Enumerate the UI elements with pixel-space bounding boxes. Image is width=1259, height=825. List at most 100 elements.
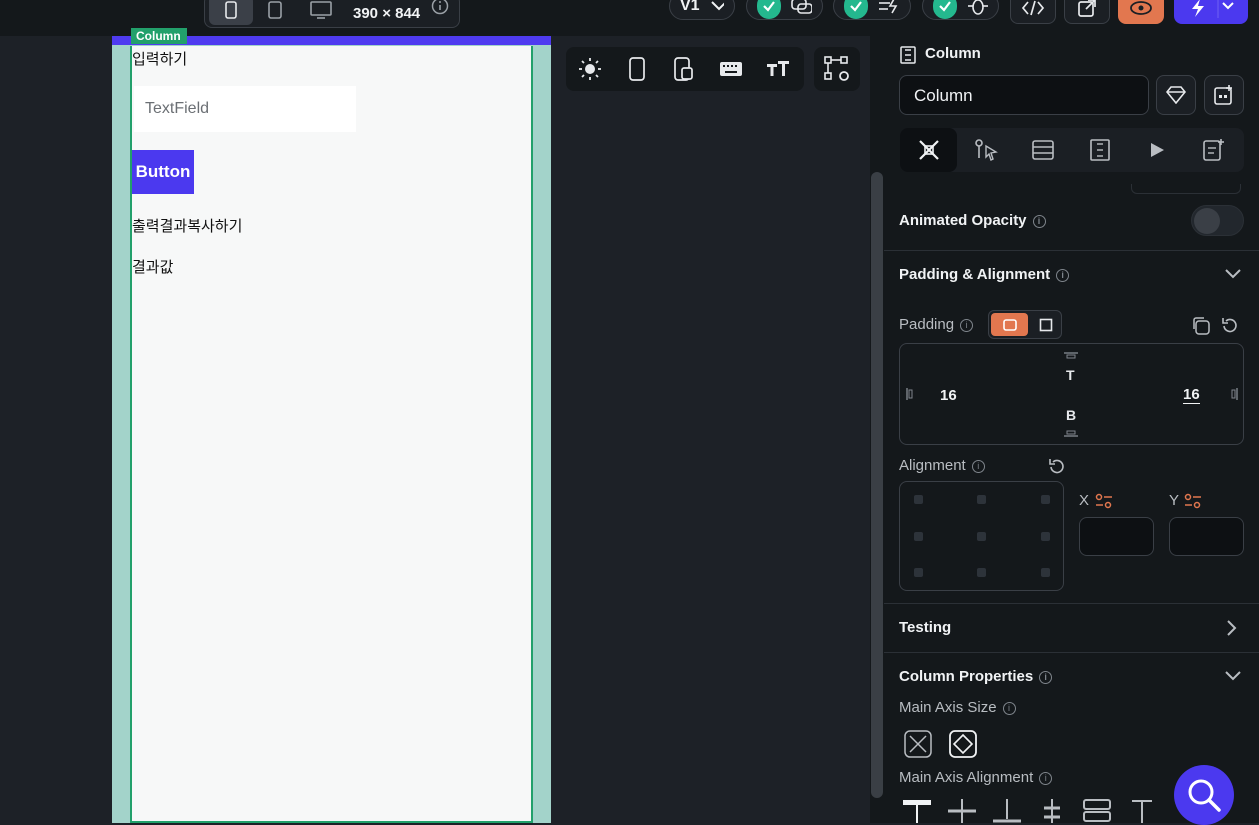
align-center-left[interactable] bbox=[914, 532, 923, 541]
tab-properties[interactable] bbox=[900, 128, 957, 172]
reset-icon[interactable] bbox=[1220, 316, 1240, 336]
slider-settings-icon[interactable] bbox=[1095, 493, 1113, 509]
space-around-button[interactable] bbox=[1082, 799, 1112, 823]
align-center-button[interactable] bbox=[947, 799, 977, 823]
axis-min-button[interactable] bbox=[904, 730, 932, 758]
info-icon: i bbox=[1039, 670, 1053, 684]
canvas-dimensions: 390 × 844 bbox=[353, 5, 421, 22]
properties-panel: Column Column Animated Opacity i Padding… bbox=[884, 36, 1259, 823]
device-selector: 390 × 844 bbox=[204, 0, 460, 28]
top-padding-icon bbox=[1064, 352, 1078, 359]
debug-status-button[interactable] bbox=[922, 0, 999, 20]
responsive-button[interactable] bbox=[660, 47, 707, 91]
keyboard-button[interactable] bbox=[707, 47, 754, 91]
column-properties-title[interactable]: Column Properties i bbox=[899, 668, 1053, 685]
canvas-scroll-thumb[interactable] bbox=[871, 172, 883, 798]
phone-screen[interactable]: 입력하기 TextField Button 출력결과복사하기 결과값 bbox=[130, 46, 533, 823]
left-padding-icon bbox=[906, 388, 913, 400]
padding-right-value[interactable]: 16 bbox=[1183, 387, 1200, 404]
text-size-icon bbox=[766, 61, 789, 76]
align-bottom-center[interactable] bbox=[977, 568, 986, 577]
animated-opacity-toggle[interactable] bbox=[1191, 205, 1244, 236]
slider-settings-icon[interactable] bbox=[1184, 493, 1202, 509]
version-selector[interactable]: V1 bbox=[669, 0, 735, 20]
align-bottom-right[interactable] bbox=[1041, 568, 1050, 577]
space-evenly-icon bbox=[1132, 800, 1152, 823]
align-center[interactable] bbox=[977, 532, 986, 541]
text-scale-button[interactable] bbox=[754, 47, 801, 91]
info-icon[interactable] bbox=[431, 0, 449, 15]
code-view-button[interactable] bbox=[1010, 0, 1056, 24]
padding-bottom-label[interactable]: B bbox=[1066, 407, 1076, 423]
add-component-button[interactable] bbox=[1204, 75, 1244, 115]
tab-actions[interactable] bbox=[957, 128, 1014, 172]
chevron-right-icon[interactable] bbox=[1226, 619, 1238, 637]
phone-device-button[interactable] bbox=[209, 0, 253, 25]
theme-toggle-button[interactable] bbox=[566, 47, 613, 91]
open-external-button[interactable] bbox=[1064, 0, 1110, 24]
api-status-button[interactable] bbox=[833, 0, 911, 20]
text-field[interactable]: TextField bbox=[134, 86, 356, 132]
check-icon bbox=[844, 0, 868, 19]
align-start-button[interactable] bbox=[902, 799, 932, 823]
tab-backend-query[interactable] bbox=[1014, 128, 1071, 172]
align-center-right[interactable] bbox=[1041, 532, 1050, 541]
padding-alignment-title[interactable]: Padding & Alignment i bbox=[899, 266, 1070, 283]
tab-animations[interactable] bbox=[1128, 128, 1185, 172]
alignment-grid[interactable] bbox=[899, 481, 1064, 591]
diamond-button[interactable] bbox=[1156, 75, 1196, 115]
input-label[interactable]: 입력하기 bbox=[132, 48, 187, 69]
tab-layout[interactable] bbox=[1071, 128, 1128, 172]
tree-settings-button[interactable] bbox=[814, 47, 860, 91]
animated-opacity-label: Animated Opacity i bbox=[899, 212, 1046, 229]
tablet-device-button[interactable] bbox=[253, 0, 297, 25]
align-top-right[interactable] bbox=[1041, 495, 1050, 504]
run-button[interactable] bbox=[1174, 0, 1248, 24]
chevron-down-icon[interactable] bbox=[1224, 670, 1242, 682]
right-padding-icon bbox=[1231, 388, 1238, 400]
tab-notes[interactable] bbox=[1185, 128, 1242, 172]
chat-status-button[interactable] bbox=[746, 0, 823, 20]
padding-mode-toggle bbox=[988, 310, 1062, 339]
copy-result-label[interactable]: 출력결과복사하기 bbox=[132, 215, 242, 236]
alignment-x-input[interactable] bbox=[1079, 517, 1154, 556]
padding-left-value[interactable]: 16 bbox=[940, 387, 957, 404]
align-top-left[interactable] bbox=[914, 495, 923, 504]
reset-icon[interactable] bbox=[1047, 457, 1067, 477]
search-icon bbox=[1188, 779, 1221, 812]
phone-icon bbox=[628, 57, 645, 81]
column-selection-tag[interactable]: Column bbox=[131, 28, 187, 44]
info-icon: i bbox=[1056, 268, 1070, 282]
lightning-icon bbox=[1192, 0, 1234, 18]
padding-individual-button[interactable] bbox=[991, 313, 1028, 336]
square-icon bbox=[1039, 318, 1053, 331]
widget-name-input[interactable]: Column bbox=[899, 75, 1149, 115]
notes-icon bbox=[1202, 139, 1224, 161]
desktop-device-button[interactable] bbox=[299, 0, 343, 25]
padding-top-label[interactable]: T bbox=[1066, 367, 1075, 383]
result-label[interactable]: 결과값 bbox=[132, 256, 173, 277]
space-between-button[interactable] bbox=[1037, 799, 1067, 823]
phone-icon bbox=[225, 1, 237, 19]
divider bbox=[884, 250, 1259, 251]
alignment-y-input[interactable] bbox=[1169, 517, 1244, 556]
testing-title[interactable]: Testing bbox=[899, 619, 951, 636]
device-frame-button[interactable] bbox=[613, 47, 660, 91]
align-bottom-left[interactable] bbox=[914, 568, 923, 577]
align-end-button[interactable] bbox=[992, 799, 1022, 823]
space-evenly-button[interactable] bbox=[1127, 799, 1157, 823]
button-widget[interactable]: Button bbox=[132, 150, 194, 194]
copy-icon[interactable] bbox=[1191, 316, 1211, 336]
search-button[interactable] bbox=[1174, 765, 1234, 825]
divider bbox=[884, 652, 1259, 653]
bug-icon bbox=[968, 0, 988, 15]
chevron-down-icon[interactable] bbox=[1224, 268, 1242, 280]
divider bbox=[884, 603, 1259, 604]
info-icon: i bbox=[971, 459, 985, 473]
padding-uniform-button[interactable] bbox=[1032, 313, 1060, 336]
preview-button[interactable] bbox=[1118, 0, 1164, 24]
space-around-icon bbox=[1083, 799, 1111, 822]
align-top-center[interactable] bbox=[977, 495, 986, 504]
axis-max-button[interactable] bbox=[949, 730, 977, 758]
properties-icon bbox=[918, 140, 939, 160]
